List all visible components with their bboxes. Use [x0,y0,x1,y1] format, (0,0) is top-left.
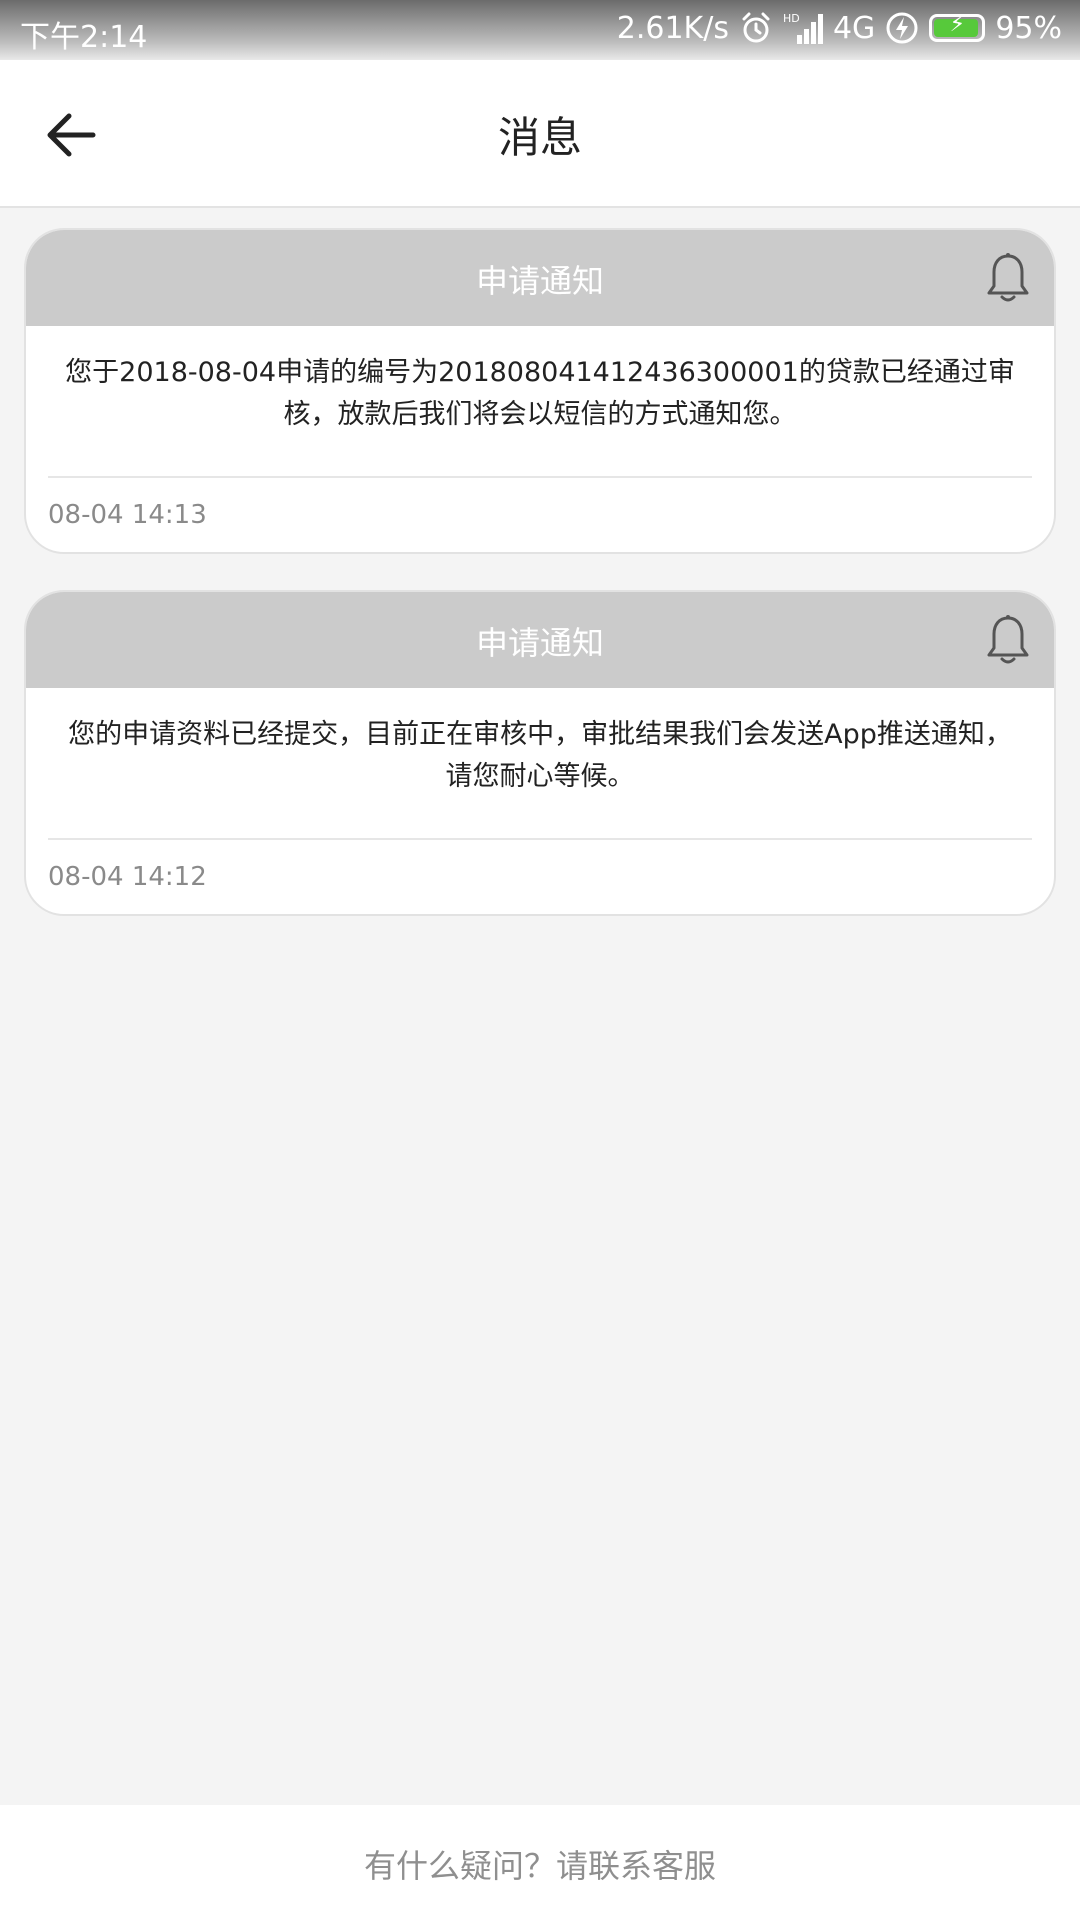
hd-label: HD [783,12,800,25]
card-header: 申请通知 [26,230,1054,326]
card-message: 您于2018-08-04申请的编号为201808041412436300001的… [65,357,1015,430]
card-timestamp: 08-04 14:13 [48,500,207,530]
bell-icon [987,253,1029,302]
card-header: 申请通知 [26,592,1054,688]
page-title: 消息 [497,113,582,162]
bottom-bar: 有什么疑问？请联系客服 [0,1805,1080,1920]
contact-support-link[interactable]: 有什么疑问？请联系客服 [0,1841,1080,1887]
network-speed: 2.61K/s [616,10,729,46]
card-divider [48,476,1032,478]
battery-bolt-icon: ⚡ [949,14,966,37]
notification-card[interactable]: 申请通知 您于2018-08-04申请的编号为20180804141243630… [24,228,1056,554]
notification-card[interactable]: 申请通知 您的申请资料已经提交，目前正在审核中，审批结果我们会发送App推送通知… [24,590,1056,916]
card-title: 申请通知 [475,624,604,662]
charging-icon [885,10,919,46]
status-time: 下午2:14 [20,20,148,55]
battery-icon: ⚡ [929,14,986,42]
battery-percent: 95% [995,10,1062,46]
alarm-icon [739,10,773,46]
card-title: 申请通知 [475,262,604,300]
card-divider [48,838,1032,840]
status-indicators: 2.61K/s HD 4G ⚡ 95% [617,10,1062,46]
signal-icon: HD [783,10,823,46]
card-message: 您的申请资料已经提交，目前正在审核中，审批结果我们会发送App推送通知，请您耐心… [68,719,1012,792]
bell-icon [987,615,1029,664]
network-type: 4G [832,10,876,46]
app-bar: 消息 [0,60,1080,208]
card-timestamp: 08-04 14:12 [48,862,207,892]
status-bar: 下午2:14 2.61K/s HD 4G ⚡ 95% [0,0,1080,60]
